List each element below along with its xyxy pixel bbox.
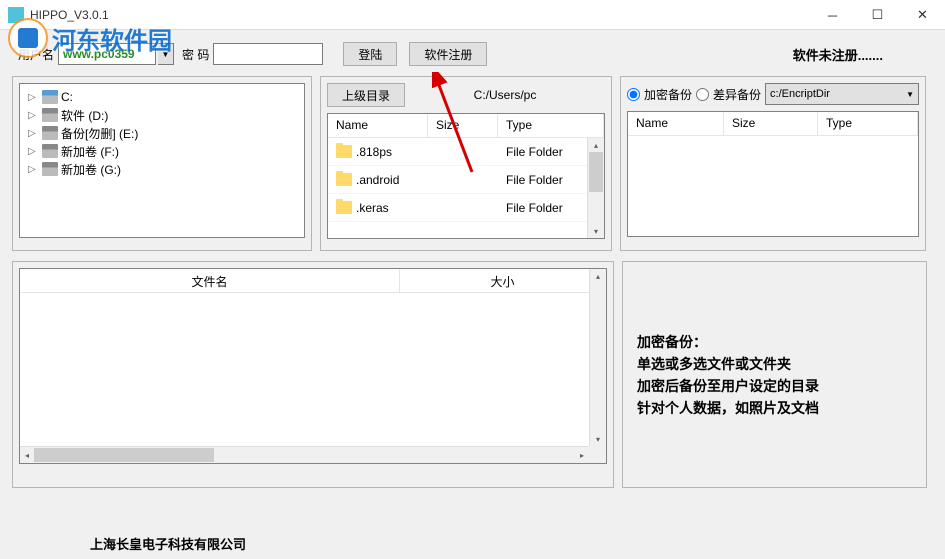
scroll-down-icon[interactable]: ▾ <box>590 432 606 446</box>
drive-icon <box>42 162 58 176</box>
diff-backup-radio[interactable]: 差异备份 <box>696 86 761 103</box>
drive-label: 新加卷 (G:) <box>61 161 121 178</box>
expand-icon[interactable]: ▷ <box>28 146 39 157</box>
table-header: Name Size Type <box>328 114 604 138</box>
backup-table: Name Size Type <box>627 111 919 237</box>
folder-icon <box>336 145 352 158</box>
password-label: 密 码 <box>182 46 209 63</box>
scroll-corner <box>589 446 606 463</box>
watermark-logo-icon <box>8 18 48 58</box>
scroll-thumb[interactable] <box>34 448 214 462</box>
col-filename[interactable]: 文件名 <box>20 269 400 292</box>
selection-table: 文件名 大小 ▴ ▾ ◂ ▸ <box>19 268 607 464</box>
login-button[interactable]: 登陆 <box>343 42 397 66</box>
col-name[interactable]: Name <box>628 112 724 135</box>
drive-panel: ▷ C: ▷ 软件 (D:) ▷ 备份[勿删] (E:) ▷ 新 <box>12 76 312 251</box>
register-status: 软件未注册....... <box>793 45 883 64</box>
file-table: Name Size Type .818ps File Folder .andro… <box>327 113 605 239</box>
scrollbar-vertical[interactable]: ▴ ▾ <box>589 269 606 446</box>
drive-item[interactable]: ▷ 新加卷 (G:) <box>22 160 302 178</box>
expand-icon[interactable]: ▷ <box>28 164 39 175</box>
maximize-button[interactable]: ☐ <box>855 0 900 30</box>
drive-icon <box>42 90 58 104</box>
table-row[interactable]: .android File Folder <box>328 166 604 194</box>
col-size[interactable]: Size <box>428 114 498 137</box>
chevron-down-icon: ▼ <box>906 90 914 99</box>
table-row[interactable]: .818ps File Folder <box>328 138 604 166</box>
scroll-right-icon[interactable]: ▸ <box>575 447 589 463</box>
table-row[interactable]: .keras File Folder <box>328 194 604 222</box>
footer-company: 上海长皇电子科技有限公司 <box>90 534 246 553</box>
radio-diff[interactable] <box>696 88 709 101</box>
help-line: 针对个人数据，如照片及文档 <box>637 397 920 419</box>
help-line: 加密后备份至用户设定的目录 <box>637 375 920 397</box>
file-name: .android <box>356 173 399 187</box>
file-name: .818ps <box>356 145 392 159</box>
table-header: Name Size Type <box>628 112 918 136</box>
dest-select[interactable]: c:/EncriptDir ▼ <box>765 83 919 105</box>
folder-icon <box>336 201 352 214</box>
expand-icon[interactable]: ▷ <box>28 92 39 103</box>
drive-item[interactable]: ▷ 软件 (D:) <box>22 106 302 124</box>
expand-icon[interactable]: ▷ <box>28 110 39 121</box>
drive-icon <box>42 144 58 158</box>
scroll-up-icon[interactable]: ▴ <box>588 138 604 152</box>
drive-label: 备份[勿删] (E:) <box>61 125 138 142</box>
help-panel: 加密备份： 单选或多选文件或文件夹 加密后备份至用户设定的目录 针对个人数据，如… <box>622 261 927 488</box>
watermark-text: 河东软件园 <box>52 21 172 56</box>
help-text: 加密备份： 单选或多选文件或文件夹 加密后备份至用户设定的目录 针对个人数据，如… <box>629 331 920 419</box>
browser-panel: 上级目录 C:/Users/pc Name Size Type .818ps F… <box>320 76 612 251</box>
scroll-up-icon[interactable]: ▴ <box>590 269 606 283</box>
file-name: .keras <box>356 201 389 215</box>
help-line: 单选或多选文件或文件夹 <box>637 353 920 375</box>
radio-encrypt[interactable] <box>627 88 640 101</box>
drive-label: C: <box>61 90 73 104</box>
drive-item[interactable]: ▷ C: <box>22 88 302 106</box>
dest-value: c:/EncriptDir <box>770 88 830 100</box>
close-button[interactable]: ✕ <box>900 0 945 30</box>
selection-panel: 文件名 大小 ▴ ▾ ◂ ▸ <box>12 261 614 488</box>
drive-tree[interactable]: ▷ C: ▷ 软件 (D:) ▷ 备份[勿删] (E:) ▷ 新 <box>19 83 305 238</box>
col-name[interactable]: Name <box>328 114 428 137</box>
help-title: 加密备份： <box>637 331 920 353</box>
scroll-down-icon[interactable]: ▾ <box>588 224 604 238</box>
drive-item[interactable]: ▷ 新加卷 (F:) <box>22 142 302 160</box>
table-header: 文件名 大小 <box>20 269 606 293</box>
current-path: C:/Users/pc <box>405 88 605 102</box>
expand-icon[interactable]: ▷ <box>28 128 39 139</box>
drive-label: 软件 (D:) <box>61 107 108 124</box>
up-dir-button[interactable]: 上级目录 <box>327 83 405 107</box>
register-button[interactable]: 软件注册 <box>409 42 487 66</box>
drive-label: 新加卷 (F:) <box>61 143 119 160</box>
scrollbar-horizontal[interactable]: ◂ ▸ <box>20 446 589 463</box>
password-input[interactable] <box>213 43 323 65</box>
window-controls: ─ ☐ ✕ <box>810 0 945 30</box>
scroll-thumb[interactable] <box>589 152 603 192</box>
drive-icon <box>42 108 58 122</box>
minimize-button[interactable]: ─ <box>810 0 855 30</box>
encrypt-backup-radio[interactable]: 加密备份 <box>627 86 692 103</box>
col-filesize[interactable]: 大小 <box>400 269 606 292</box>
watermark: 河东软件园 <box>8 18 172 58</box>
col-size[interactable]: Size <box>724 112 818 135</box>
drive-item[interactable]: ▷ 备份[勿删] (E:) <box>22 124 302 142</box>
col-type[interactable]: Type <box>818 112 918 135</box>
backup-panel: 加密备份 差异备份 c:/EncriptDir ▼ Name Size Type <box>620 76 926 251</box>
col-type[interactable]: Type <box>498 114 604 137</box>
scroll-left-icon[interactable]: ◂ <box>20 447 34 463</box>
drive-icon <box>42 126 58 140</box>
scrollbar-vertical[interactable]: ▴ ▾ <box>587 138 604 238</box>
folder-icon <box>336 173 352 186</box>
